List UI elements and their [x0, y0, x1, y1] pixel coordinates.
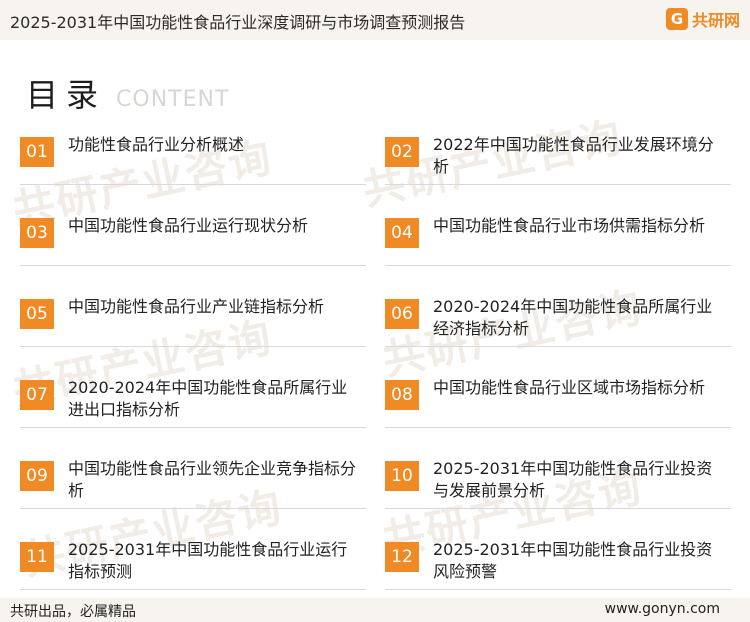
- toc-item-number: 08: [385, 380, 419, 410]
- toc-item-number: 02: [385, 137, 419, 167]
- toc-item[interactable]: 09 中国功能性食品行业领先企业竞争指标分析: [20, 455, 366, 519]
- divider: [385, 346, 731, 347]
- report-title: 2025-2031年中国功能性食品行业深度调研与市场调查预测报告: [10, 13, 466, 32]
- toc-item[interactable]: 07 2020-2024年中国功能性食品所属行业进出口指标分析: [20, 374, 366, 438]
- divider: [385, 589, 731, 590]
- toc-item[interactable]: 05 中国功能性食品行业产业链指标分析: [20, 293, 366, 357]
- toc-item-number: 05: [20, 299, 54, 329]
- toc-item-label: 中国功能性食品行业领先企业竞争指标分析: [68, 459, 357, 500]
- divider: [20, 427, 366, 428]
- toc-item-number: 04: [385, 218, 419, 248]
- divider: [20, 589, 366, 590]
- toc-item-label: 2025-2031年中国功能性食品行业运行指标预测: [68, 540, 348, 581]
- toc-item[interactable]: 11 2025-2031年中国功能性食品行业运行指标预测: [20, 536, 366, 600]
- toc-item-number: 03: [20, 218, 54, 248]
- toc-subtitle: CONTENT: [116, 87, 230, 112]
- toc-item-number: 11: [20, 542, 54, 572]
- divider: [20, 508, 366, 509]
- toc-item-number: 07: [20, 380, 54, 410]
- footer-bar: 共研出品，必属精品 www.gonyn.com: [0, 598, 750, 622]
- toc-item-number: 09: [20, 461, 54, 491]
- toc-heading: 目录 CONTENT: [26, 70, 229, 116]
- toc-item[interactable]: 12 2025-2031年中国功能性食品行业投资风险预警: [385, 536, 731, 600]
- toc-item-label: 2020-2024年中国功能性食品所属行业经济指标分析: [433, 297, 713, 338]
- divider: [385, 508, 731, 509]
- divider: [20, 346, 366, 347]
- divider: [385, 427, 731, 428]
- toc-item[interactable]: 03 中国功能性食品行业运行现状分析: [20, 212, 366, 276]
- divider: [20, 265, 366, 266]
- toc-item[interactable]: 01 功能性食品行业分析概述: [20, 131, 366, 195]
- toc-item-number: 06: [385, 299, 419, 329]
- toc-item-label: 中国功能性食品行业产业链指标分析: [68, 297, 325, 316]
- gonyn-logo-icon: G: [665, 8, 688, 30]
- toc-item[interactable]: 10 2025-2031年中国功能性食品行业投资与发展前景分析: [385, 455, 731, 519]
- toc-item-label: 2022年中国功能性食品行业发展环境分析: [433, 135, 714, 176]
- toc-item-label: 中国功能性食品行业市场供需指标分析: [433, 216, 706, 235]
- header-bar: 2025-2031年中国功能性食品行业深度调研与市场调查预测报告 G 共研网: [0, 0, 750, 40]
- brand-logo[interactable]: G 共研网: [665, 7, 740, 31]
- toc-item-label: 中国功能性食品行业区域市场指标分析: [433, 378, 706, 397]
- divider: [385, 265, 731, 266]
- toc-item[interactable]: 08 中国功能性食品行业区域市场指标分析: [385, 374, 731, 438]
- toc-item[interactable]: 04 中国功能性食品行业市场供需指标分析: [385, 212, 731, 276]
- divider: [385, 184, 731, 185]
- toc-item[interactable]: 02 2022年中国功能性食品行业发展环境分析: [385, 131, 731, 195]
- toc-item-number: 10: [385, 461, 419, 491]
- toc-item-label: 2020-2024年中国功能性食品所属行业进出口指标分析: [68, 378, 348, 419]
- toc-item-label: 2025-2031年中国功能性食品行业投资风险预警: [433, 540, 713, 581]
- toc-title: 目录: [26, 76, 107, 114]
- divider: [20, 184, 366, 185]
- toc-item-label: 2025-2031年中国功能性食品行业投资与发展前景分析: [433, 459, 713, 500]
- footer-url[interactable]: www.gonyn.com: [605, 601, 720, 617]
- brand-name: 共研网: [691, 11, 740, 30]
- toc-item-number: 12: [385, 542, 419, 572]
- toc-item[interactable]: 06 2020-2024年中国功能性食品所属行业经济指标分析: [385, 293, 731, 357]
- footer-slogan: 共研出品，必属精品: [10, 604, 136, 620]
- toc-item-label: 中国功能性食品行业运行现状分析: [68, 216, 309, 235]
- toc-item-label: 功能性食品行业分析概述: [68, 135, 245, 154]
- toc-item-number: 01: [20, 137, 54, 167]
